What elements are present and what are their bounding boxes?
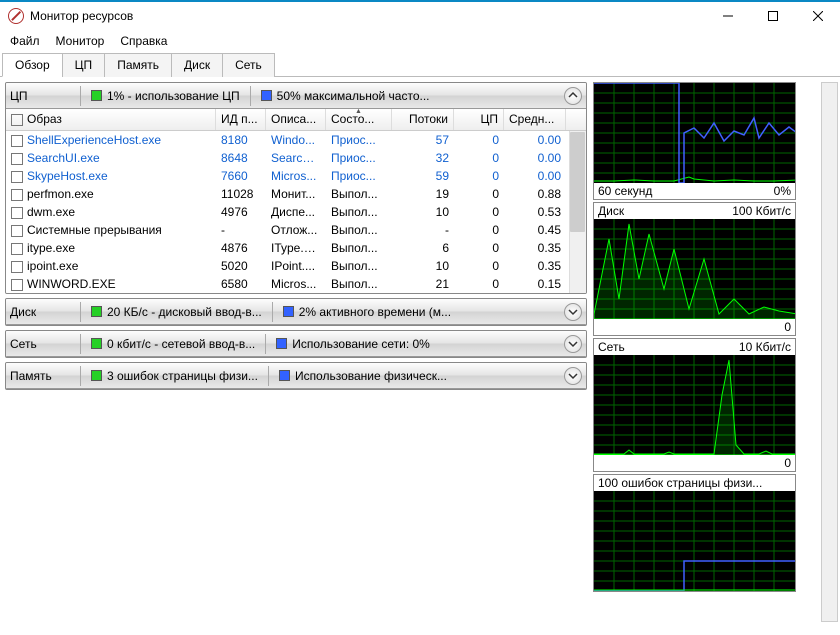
net-use-text: Использование сети: 0% <box>292 337 430 351</box>
section-network-header[interactable]: Сеть 0 кбит/с - сетевой ввод-в... Исполь… <box>6 331 586 357</box>
cpu-usage-text: 1% - использование ЦП <box>107 89 240 103</box>
graph-disk-min: 0 <box>784 320 791 334</box>
graph-disk-title: Диск <box>598 204 624 218</box>
expand-disk-button[interactable] <box>564 303 582 321</box>
section-disk: Диск 20 КБ/с - дисковый ввод-в... 2% акт… <box>5 298 587 326</box>
table-row[interactable]: ipoint.exe5020IPoint....Выпол...1000.35 <box>6 257 586 275</box>
graph-net-min: 0 <box>784 456 791 470</box>
disk-active-text: 2% активного времени (м... <box>299 305 451 319</box>
right-pane-scrollbar[interactable] <box>821 82 838 622</box>
sort-indicator-icon: ▲ <box>355 109 362 115</box>
section-network: Сеть 0 кбит/с - сетевой ввод-в... Исполь… <box>5 330 587 358</box>
row-checkbox[interactable] <box>11 189 23 201</box>
section-disk-header[interactable]: Диск 20 КБ/с - дисковый ввод-в... 2% акт… <box>6 299 586 325</box>
table-header: Образ ИД п... Описа... ▲Состо... Потоки … <box>6 109 586 131</box>
graph-cpu-min: 0% <box>774 184 791 198</box>
cpu-freq-icon <box>261 90 272 101</box>
net-use-icon <box>276 338 287 349</box>
graph-disk-max: 100 Кбит/с <box>732 204 791 218</box>
col-pid[interactable]: ИД п... <box>216 109 266 130</box>
right-pane: 60 секунд 0% Диск 100 Кбит/с 0 Сеть 10 Кбит… <box>591 77 840 623</box>
section-memory: Память 3 ошибок страницы физи... Использ… <box>5 362 587 390</box>
section-cpu-title: ЦП <box>10 89 70 103</box>
col-image[interactable]: Образ <box>6 109 216 130</box>
menu-help[interactable]: Справка <box>114 32 173 50</box>
menu-monitor[interactable]: Монитор <box>50 32 111 50</box>
section-cpu: ЦП 1% - использование ЦП 50% максимально… <box>5 82 587 294</box>
tab-disk[interactable]: Диск <box>171 53 223 77</box>
mem-faults-text: 3 ошибок страницы физи... <box>107 369 258 383</box>
tab-overview[interactable]: Обзор <box>2 53 63 77</box>
table-row[interactable]: SearchUI.exe8648Search ...Приос...3200.0… <box>6 149 586 167</box>
table-row[interactable]: ShellExperienceHost.exe8180Windo...Приос… <box>6 131 586 149</box>
col-threads[interactable]: Потоки <box>392 109 454 130</box>
section-memory-header[interactable]: Память 3 ошибок страницы физи... Использ… <box>6 363 586 389</box>
row-checkbox[interactable] <box>11 135 23 147</box>
table-row[interactable]: perfmon.exe11028Монит...Выпол...1900.88 <box>6 185 586 203</box>
table-row[interactable]: Системные прерывания-Отлож...Выпол...-00… <box>6 221 586 239</box>
app-icon <box>8 8 24 24</box>
mem-faults-icon <box>91 370 102 381</box>
collapse-cpu-button[interactable] <box>564 87 582 105</box>
network-chart <box>594 355 795 455</box>
disk-active-icon <box>283 306 294 317</box>
net-io-icon <box>91 338 102 349</box>
tab-network[interactable]: Сеть <box>222 53 275 77</box>
window-title: Монитор ресурсов <box>30 9 705 23</box>
maximize-button[interactable] <box>750 2 795 30</box>
graph-disk: Диск 100 Кбит/с 0 <box>593 202 796 336</box>
minimize-button[interactable] <box>705 2 750 30</box>
expand-memory-button[interactable] <box>564 367 582 385</box>
table-row[interactable]: dwm.exe4976Диспе...Выпол...1000.53 <box>6 203 586 221</box>
col-avg[interactable]: Средн... <box>504 109 566 130</box>
row-checkbox[interactable] <box>11 153 23 165</box>
table-row[interactable]: itype.exe4876IType.exeВыпол...600.35 <box>6 239 586 257</box>
cpu-freq-text: 50% максимальной часто... <box>277 89 430 103</box>
col-status[interactable]: ▲Состо... <box>326 109 392 130</box>
menu-bar: Файл Монитор Справка <box>0 30 840 52</box>
title-bar: Монитор ресурсов <box>0 0 840 30</box>
col-desc[interactable]: Описа... <box>266 109 326 130</box>
col-cpu[interactable]: ЦП <box>454 109 504 130</box>
tab-row: Обзор ЦП Память Диск Сеть <box>0 52 840 77</box>
row-checkbox[interactable] <box>11 225 23 237</box>
table-scrollbar[interactable] <box>569 131 586 293</box>
mem-use-icon <box>279 370 290 381</box>
close-button[interactable] <box>795 2 840 30</box>
menu-file[interactable]: Файл <box>4 32 46 50</box>
section-cpu-header[interactable]: ЦП 1% - использование ЦП 50% максимально… <box>6 83 586 109</box>
graph-memory: 100 ошибок страницы физи... <box>593 474 796 592</box>
section-disk-title: Диск <box>10 305 70 319</box>
net-io-text: 0 кбит/с - сетевой ввод-в... <box>107 337 255 351</box>
graph-cpu-xlabel: 60 секунд <box>598 184 652 198</box>
expand-network-button[interactable] <box>564 335 582 353</box>
disk-chart <box>594 219 795 319</box>
section-memory-title: Память <box>10 369 70 383</box>
tab-cpu[interactable]: ЦП <box>62 53 106 77</box>
graph-cpu: 60 секунд 0% <box>593 82 796 200</box>
left-pane: ЦП 1% - использование ЦП 50% максимально… <box>0 77 591 623</box>
cpu-chart <box>594 83 795 183</box>
table-body: ShellExperienceHost.exe8180Windo...Приос… <box>6 131 586 293</box>
row-checkbox[interactable] <box>11 261 23 273</box>
memory-chart <box>594 491 795 591</box>
row-checkbox[interactable] <box>11 243 23 255</box>
mem-use-text: Использование физическ... <box>295 369 447 383</box>
graph-network: Сеть 10 Кбит/с 0 <box>593 338 796 472</box>
disk-io-icon <box>91 306 102 317</box>
graph-net-max: 10 Кбит/с <box>739 340 791 354</box>
cpu-usage-icon <box>91 90 102 101</box>
table-row[interactable]: SkypeHost.exe7660Micros...Приос...5900.0… <box>6 167 586 185</box>
tab-memory[interactable]: Память <box>104 53 172 77</box>
graph-mem-title: 100 ошибок страницы физи... <box>598 476 762 490</box>
section-network-title: Сеть <box>10 337 70 351</box>
disk-io-text: 20 КБ/с - дисковый ввод-в... <box>107 305 262 319</box>
row-checkbox[interactable] <box>11 207 23 219</box>
table-row[interactable]: WINWORD.EXE6580Micros...Выпол...2100.15 <box>6 275 586 293</box>
graph-net-title: Сеть <box>598 340 625 354</box>
checkbox-all[interactable] <box>11 114 23 126</box>
row-checkbox[interactable] <box>11 279 23 291</box>
row-checkbox[interactable] <box>11 171 23 183</box>
